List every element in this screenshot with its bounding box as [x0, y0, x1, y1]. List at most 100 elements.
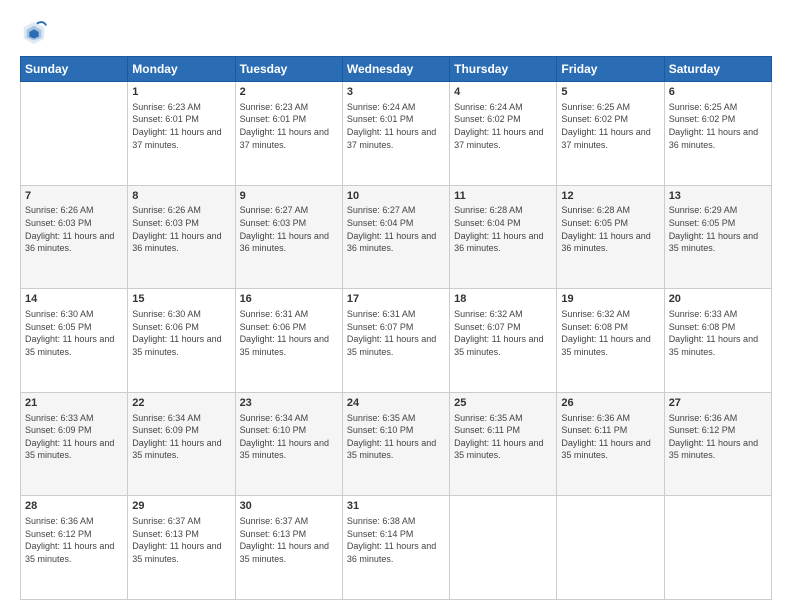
day-number: 24	[347, 396, 445, 411]
calendar-cell: 7Sunrise: 6:26 AM Sunset: 6:03 PM Daylig…	[21, 185, 128, 289]
day-number: 16	[240, 292, 338, 307]
day-number: 7	[25, 189, 123, 204]
calendar-cell: 11Sunrise: 6:28 AM Sunset: 6:04 PM Dayli…	[450, 185, 557, 289]
day-info: Sunrise: 6:38 AM Sunset: 6:14 PM Dayligh…	[347, 515, 445, 565]
day-info: Sunrise: 6:33 AM Sunset: 6:09 PM Dayligh…	[25, 412, 123, 462]
day-number: 23	[240, 396, 338, 411]
calendar-header-tuesday: Tuesday	[235, 57, 342, 82]
calendar-cell: 21Sunrise: 6:33 AM Sunset: 6:09 PM Dayli…	[21, 392, 128, 496]
calendar-cell: 19Sunrise: 6:32 AM Sunset: 6:08 PM Dayli…	[557, 289, 664, 393]
day-info: Sunrise: 6:31 AM Sunset: 6:07 PM Dayligh…	[347, 308, 445, 358]
day-info: Sunrise: 6:35 AM Sunset: 6:10 PM Dayligh…	[347, 412, 445, 462]
calendar-cell: 16Sunrise: 6:31 AM Sunset: 6:06 PM Dayli…	[235, 289, 342, 393]
day-number: 15	[132, 292, 230, 307]
day-number: 11	[454, 189, 552, 204]
day-info: Sunrise: 6:26 AM Sunset: 6:03 PM Dayligh…	[132, 204, 230, 254]
calendar-cell	[450, 496, 557, 600]
day-info: Sunrise: 6:34 AM Sunset: 6:10 PM Dayligh…	[240, 412, 338, 462]
logo	[20, 18, 52, 46]
calendar-cell: 17Sunrise: 6:31 AM Sunset: 6:07 PM Dayli…	[342, 289, 449, 393]
day-number: 5	[561, 85, 659, 100]
calendar-table: SundayMondayTuesdayWednesdayThursdayFrid…	[20, 56, 772, 600]
calendar-cell: 4Sunrise: 6:24 AM Sunset: 6:02 PM Daylig…	[450, 82, 557, 186]
calendar-cell: 29Sunrise: 6:37 AM Sunset: 6:13 PM Dayli…	[128, 496, 235, 600]
calendar-cell: 18Sunrise: 6:32 AM Sunset: 6:07 PM Dayli…	[450, 289, 557, 393]
calendar-week-row: 1Sunrise: 6:23 AM Sunset: 6:01 PM Daylig…	[21, 82, 772, 186]
calendar-cell: 2Sunrise: 6:23 AM Sunset: 6:01 PM Daylig…	[235, 82, 342, 186]
day-info: Sunrise: 6:31 AM Sunset: 6:06 PM Dayligh…	[240, 308, 338, 358]
day-info: Sunrise: 6:28 AM Sunset: 6:04 PM Dayligh…	[454, 204, 552, 254]
calendar-cell: 31Sunrise: 6:38 AM Sunset: 6:14 PM Dayli…	[342, 496, 449, 600]
calendar-header-thursday: Thursday	[450, 57, 557, 82]
calendar-cell: 1Sunrise: 6:23 AM Sunset: 6:01 PM Daylig…	[128, 82, 235, 186]
calendar-cell: 22Sunrise: 6:34 AM Sunset: 6:09 PM Dayli…	[128, 392, 235, 496]
calendar-cell: 13Sunrise: 6:29 AM Sunset: 6:05 PM Dayli…	[664, 185, 771, 289]
day-info: Sunrise: 6:26 AM Sunset: 6:03 PM Dayligh…	[25, 204, 123, 254]
day-number: 30	[240, 499, 338, 514]
calendar-cell: 14Sunrise: 6:30 AM Sunset: 6:05 PM Dayli…	[21, 289, 128, 393]
calendar-cell: 25Sunrise: 6:35 AM Sunset: 6:11 PM Dayli…	[450, 392, 557, 496]
calendar-cell: 27Sunrise: 6:36 AM Sunset: 6:12 PM Dayli…	[664, 392, 771, 496]
day-info: Sunrise: 6:34 AM Sunset: 6:09 PM Dayligh…	[132, 412, 230, 462]
day-info: Sunrise: 6:23 AM Sunset: 6:01 PM Dayligh…	[132, 101, 230, 151]
calendar-cell: 23Sunrise: 6:34 AM Sunset: 6:10 PM Dayli…	[235, 392, 342, 496]
calendar-cell: 6Sunrise: 6:25 AM Sunset: 6:02 PM Daylig…	[664, 82, 771, 186]
day-number: 3	[347, 85, 445, 100]
day-info: Sunrise: 6:28 AM Sunset: 6:05 PM Dayligh…	[561, 204, 659, 254]
day-number: 18	[454, 292, 552, 307]
day-number: 29	[132, 499, 230, 514]
calendar-header-monday: Monday	[128, 57, 235, 82]
calendar-cell: 3Sunrise: 6:24 AM Sunset: 6:01 PM Daylig…	[342, 82, 449, 186]
header	[20, 18, 772, 46]
day-info: Sunrise: 6:33 AM Sunset: 6:08 PM Dayligh…	[669, 308, 767, 358]
day-number: 27	[669, 396, 767, 411]
calendar-cell: 5Sunrise: 6:25 AM Sunset: 6:02 PM Daylig…	[557, 82, 664, 186]
day-number: 26	[561, 396, 659, 411]
day-number: 6	[669, 85, 767, 100]
day-number: 17	[347, 292, 445, 307]
day-info: Sunrise: 6:37 AM Sunset: 6:13 PM Dayligh…	[240, 515, 338, 565]
calendar-header-saturday: Saturday	[664, 57, 771, 82]
day-number: 10	[347, 189, 445, 204]
day-info: Sunrise: 6:25 AM Sunset: 6:02 PM Dayligh…	[669, 101, 767, 151]
day-info: Sunrise: 6:36 AM Sunset: 6:12 PM Dayligh…	[669, 412, 767, 462]
day-number: 13	[669, 189, 767, 204]
day-number: 9	[240, 189, 338, 204]
calendar-header-row: SundayMondayTuesdayWednesdayThursdayFrid…	[21, 57, 772, 82]
calendar-cell: 24Sunrise: 6:35 AM Sunset: 6:10 PM Dayli…	[342, 392, 449, 496]
calendar-cell	[21, 82, 128, 186]
day-info: Sunrise: 6:24 AM Sunset: 6:01 PM Dayligh…	[347, 101, 445, 151]
day-number: 31	[347, 499, 445, 514]
day-number: 12	[561, 189, 659, 204]
day-info: Sunrise: 6:29 AM Sunset: 6:05 PM Dayligh…	[669, 204, 767, 254]
day-info: Sunrise: 6:36 AM Sunset: 6:11 PM Dayligh…	[561, 412, 659, 462]
day-info: Sunrise: 6:23 AM Sunset: 6:01 PM Dayligh…	[240, 101, 338, 151]
calendar-cell: 20Sunrise: 6:33 AM Sunset: 6:08 PM Dayli…	[664, 289, 771, 393]
day-number: 22	[132, 396, 230, 411]
day-info: Sunrise: 6:24 AM Sunset: 6:02 PM Dayligh…	[454, 101, 552, 151]
calendar-week-row: 21Sunrise: 6:33 AM Sunset: 6:09 PM Dayli…	[21, 392, 772, 496]
calendar-cell: 9Sunrise: 6:27 AM Sunset: 6:03 PM Daylig…	[235, 185, 342, 289]
page: SundayMondayTuesdayWednesdayThursdayFrid…	[0, 0, 792, 612]
calendar-week-row: 14Sunrise: 6:30 AM Sunset: 6:05 PM Dayli…	[21, 289, 772, 393]
calendar-header-wednesday: Wednesday	[342, 57, 449, 82]
day-info: Sunrise: 6:37 AM Sunset: 6:13 PM Dayligh…	[132, 515, 230, 565]
day-info: Sunrise: 6:27 AM Sunset: 6:03 PM Dayligh…	[240, 204, 338, 254]
calendar-cell	[664, 496, 771, 600]
day-info: Sunrise: 6:30 AM Sunset: 6:05 PM Dayligh…	[25, 308, 123, 358]
day-info: Sunrise: 6:35 AM Sunset: 6:11 PM Dayligh…	[454, 412, 552, 462]
day-number: 2	[240, 85, 338, 100]
calendar-week-row: 7Sunrise: 6:26 AM Sunset: 6:03 PM Daylig…	[21, 185, 772, 289]
day-number: 8	[132, 189, 230, 204]
day-info: Sunrise: 6:32 AM Sunset: 6:08 PM Dayligh…	[561, 308, 659, 358]
calendar-cell: 30Sunrise: 6:37 AM Sunset: 6:13 PM Dayli…	[235, 496, 342, 600]
day-number: 20	[669, 292, 767, 307]
day-info: Sunrise: 6:27 AM Sunset: 6:04 PM Dayligh…	[347, 204, 445, 254]
day-info: Sunrise: 6:32 AM Sunset: 6:07 PM Dayligh…	[454, 308, 552, 358]
day-number: 21	[25, 396, 123, 411]
calendar-cell: 10Sunrise: 6:27 AM Sunset: 6:04 PM Dayli…	[342, 185, 449, 289]
day-info: Sunrise: 6:36 AM Sunset: 6:12 PM Dayligh…	[25, 515, 123, 565]
day-info: Sunrise: 6:30 AM Sunset: 6:06 PM Dayligh…	[132, 308, 230, 358]
day-number: 19	[561, 292, 659, 307]
calendar-cell: 8Sunrise: 6:26 AM Sunset: 6:03 PM Daylig…	[128, 185, 235, 289]
